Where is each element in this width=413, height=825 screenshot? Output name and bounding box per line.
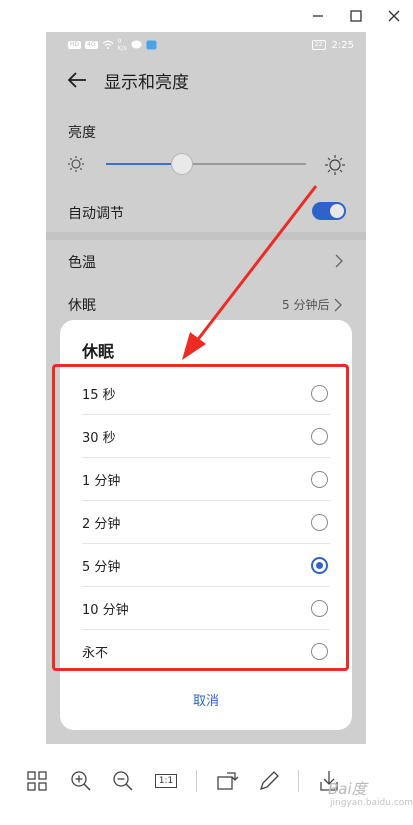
zoom-out-button[interactable]	[110, 768, 136, 794]
message-icon	[131, 40, 142, 49]
app-bar: 显示和亮度	[46, 58, 366, 102]
pencil-icon	[259, 771, 279, 791]
auto-adjust-label: 自动调节	[68, 206, 124, 222]
sleep-value[interactable]: 5 分钟后	[282, 296, 343, 313]
back-arrow-icon[interactable]	[66, 69, 88, 91]
zoom-in-icon	[71, 771, 91, 791]
network-chip: 4G	[85, 41, 98, 49]
page-title: 显示和亮度	[104, 72, 189, 93]
toolbar-divider	[298, 770, 299, 792]
dialog-title: 休眠	[82, 342, 115, 361]
battery-icon: 22	[311, 40, 326, 50]
color-temp-label: 色温	[68, 255, 96, 271]
maximize-icon	[350, 10, 362, 22]
network-speed: 0 K/s	[118, 38, 127, 52]
speed-value: 0	[117, 38, 122, 45]
rotate-button[interactable]	[214, 768, 240, 794]
actual-size-label: 1:1	[154, 774, 178, 788]
status-time: 2:25	[331, 39, 354, 51]
sleep-label: 休眠	[68, 298, 96, 314]
window-controls	[299, 0, 413, 32]
sleep-value-text: 5 分钟后	[282, 298, 330, 312]
maximize-button[interactable]	[337, 0, 375, 32]
brightness-high-icon	[325, 155, 345, 175]
wifi-icon	[102, 40, 114, 49]
cancel-button[interactable]: 取消	[60, 690, 352, 709]
toolbar-divider	[196, 770, 197, 792]
network-chip: HD	[68, 41, 82, 49]
speed-unit: K/s	[117, 45, 127, 52]
status-right: 22 2:25	[311, 39, 354, 51]
brightness-low-icon	[68, 156, 84, 172]
auto-adjust-toggle[interactable]	[312, 202, 346, 220]
brightness-slider[interactable]	[66, 152, 348, 176]
zoom-in-button[interactable]	[68, 768, 94, 794]
close-icon	[388, 10, 400, 22]
section-divider	[46, 232, 366, 240]
cloud-icon	[146, 40, 157, 50]
watermark-url: jingyan.baidu.com	[330, 798, 413, 808]
rotate-icon	[217, 772, 239, 790]
slider-thumb[interactable]	[171, 153, 193, 175]
edit-button[interactable]	[256, 768, 282, 794]
zoom-out-icon	[113, 771, 133, 791]
grid-icon	[27, 771, 47, 791]
status-left: HD 4G 0 K/s	[68, 38, 157, 52]
grid-view-button[interactable]	[24, 768, 50, 794]
minimize-button[interactable]	[299, 0, 337, 32]
highlight-box	[52, 364, 349, 671]
status-bar: HD 4G 0 K/s 22 2:25	[46, 32, 366, 58]
chevron-right-icon	[335, 254, 343, 268]
close-button[interactable]	[375, 0, 413, 32]
actual-size-button[interactable]: 1:1	[152, 768, 180, 794]
watermark-logo: Bai度	[328, 780, 367, 798]
minimize-icon	[313, 15, 323, 17]
chevron-right-icon	[334, 298, 343, 311]
brightness-label: 亮度	[68, 125, 96, 141]
